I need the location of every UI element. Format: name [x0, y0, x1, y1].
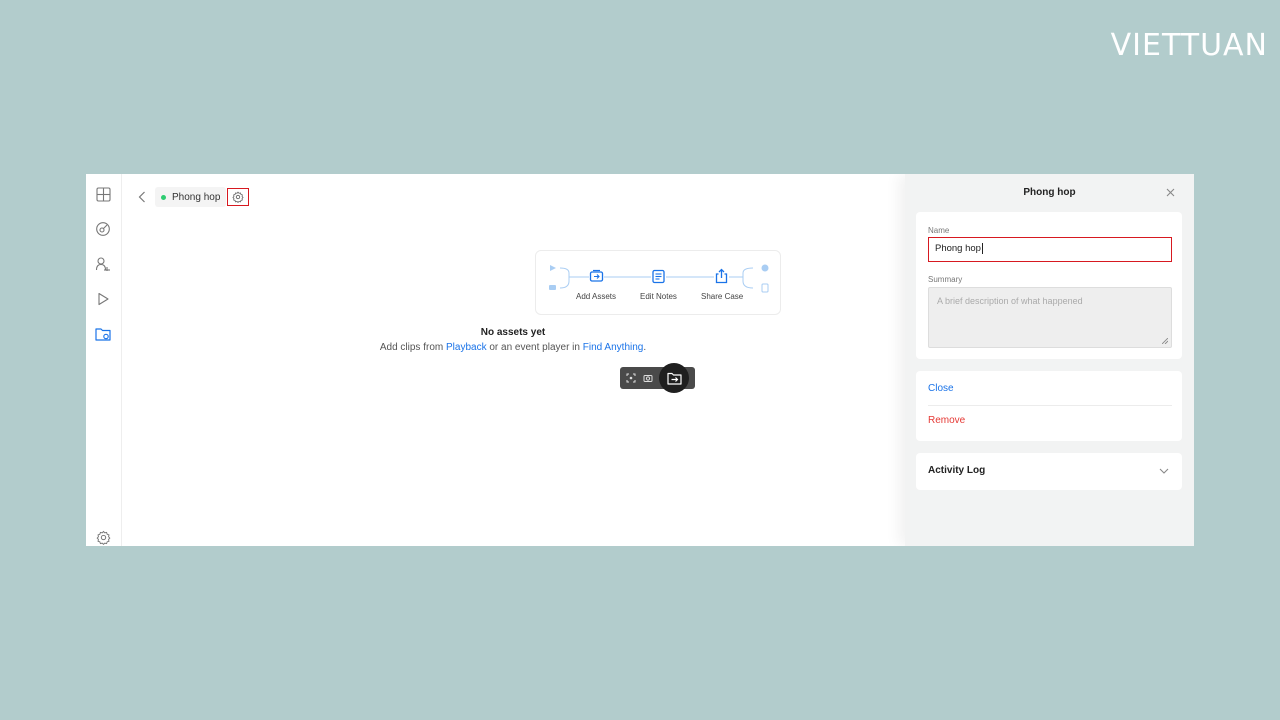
play-icon[interactable]: [94, 290, 112, 308]
empty-desc-prefix: Add clips from: [379, 342, 446, 353]
gear-icon: [232, 191, 244, 203]
activity-log-title: Activity Log: [928, 465, 986, 476]
case-settings-panel: Phong hop Name Phong hop Summary A brief…: [905, 174, 1194, 546]
activity-log-card[interactable]: Activity Log: [916, 453, 1182, 490]
asset-toolbar: [620, 363, 695, 393]
summary-field[interactable]: A brief description of what happened: [928, 287, 1172, 348]
brand-logo: VIETTUAN: [1110, 28, 1268, 63]
resize-handle-icon[interactable]: [1162, 338, 1168, 344]
name-label: Name: [928, 226, 950, 235]
clip-select-icon[interactable]: [625, 372, 637, 384]
case-settings-button[interactable]: [227, 188, 249, 206]
playback-link[interactable]: Playback: [446, 342, 487, 353]
case-folder-icon[interactable]: [94, 325, 112, 343]
close-icon[interactable]: [1164, 186, 1176, 198]
text-cursor: [981, 242, 983, 254]
chevron-down-icon[interactable]: [1158, 466, 1170, 476]
grid-icon[interactable]: [94, 185, 112, 203]
step-share-case-label: Share Case: [701, 292, 744, 301]
summary-label: Summary: [928, 275, 963, 284]
add-to-case-button[interactable]: [659, 363, 689, 393]
name-field[interactable]: Phong hop: [928, 237, 1172, 262]
analytics-icon[interactable]: [94, 220, 112, 238]
app-window: Phong hop Add Assets Edit Notes Share Ca…: [86, 174, 1194, 546]
folder-export-icon: [666, 372, 682, 385]
find-anything-link[interactable]: Find Anything: [583, 342, 644, 353]
settings-icon[interactable]: [94, 528, 112, 546]
divider: [928, 405, 1172, 406]
people-search-icon[interactable]: [94, 255, 112, 273]
actions-card: Close Remove: [916, 371, 1182, 441]
empty-desc-middle: or an event player in: [486, 342, 583, 353]
summary-placeholder: A brief description of what happened: [937, 296, 1083, 306]
empty-state-description: Add clips from Playback or an event play…: [121, 342, 905, 353]
remove-case-button[interactable]: Remove: [928, 415, 965, 426]
case-title-chip: Phong hop: [155, 187, 227, 207]
share-case-icon: [714, 268, 729, 284]
empty-desc-suffix: .: [643, 342, 647, 353]
case-title: Phong hop: [172, 191, 221, 203]
side-rail: [86, 174, 122, 546]
status-dot: [161, 194, 166, 200]
details-card: Name Phong hop Summary A brief descripti…: [916, 212, 1182, 359]
workflow-illustration: Add Assets Edit Notes Share Case: [535, 250, 781, 315]
step-edit-notes-label: Edit Notes: [640, 292, 677, 301]
empty-state-title: No assets yet: [480, 327, 546, 338]
panel-title: Phong hop: [1023, 187, 1076, 198]
name-field-value: Phong hop: [935, 243, 981, 254]
step-add-assets-label: Add Assets: [576, 292, 617, 301]
main-area: Phong hop Add Assets Edit Notes Share Ca…: [121, 174, 905, 546]
back-chevron-icon[interactable]: [135, 189, 149, 205]
add-assets-icon: [589, 269, 604, 284]
camera-icon[interactable]: [642, 372, 654, 384]
edit-notes-icon: [651, 269, 666, 284]
close-case-button[interactable]: Close: [928, 383, 954, 394]
